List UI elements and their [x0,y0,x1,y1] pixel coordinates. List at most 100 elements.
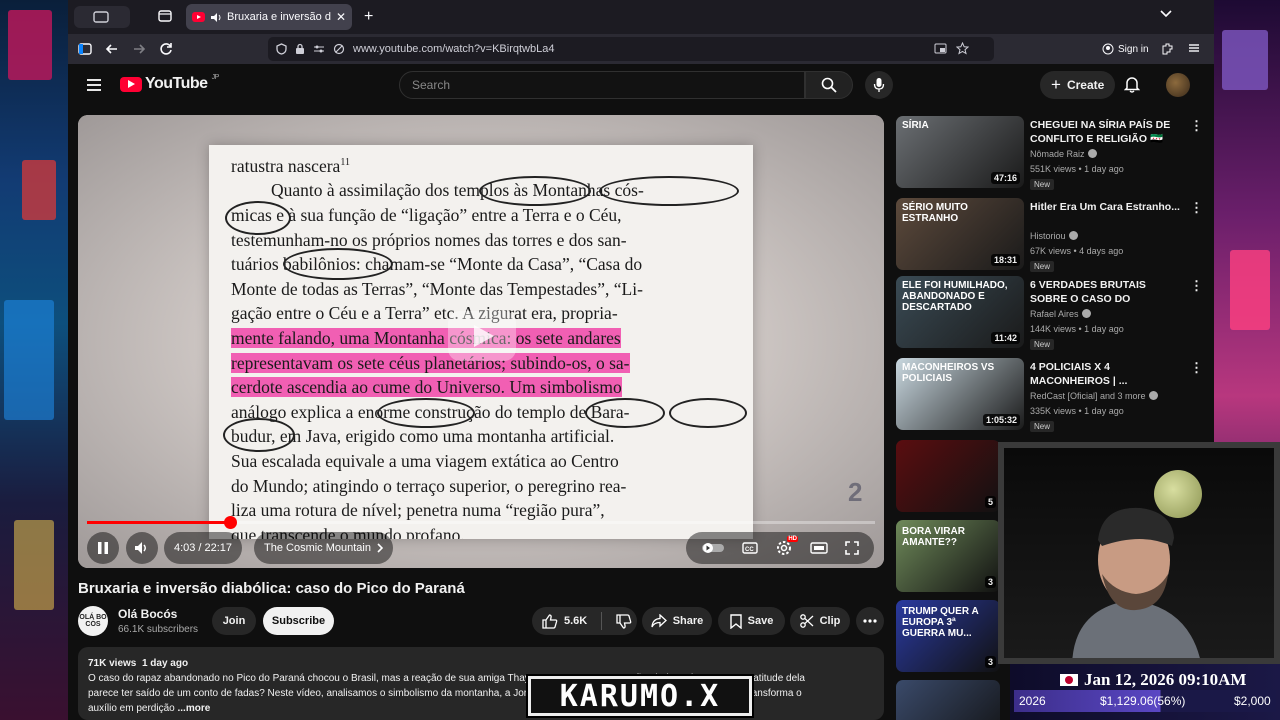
back-arrow-icon[interactable] [105,42,119,56]
lock-icon[interactable] [295,43,305,55]
permissions-icon[interactable] [313,44,325,54]
thumbs-down-icon[interactable] [616,613,632,629]
recommendation-channel[interactable]: Rafael Aires [1030,309,1091,319]
more-actions-button[interactable] [856,607,884,635]
recommendation-title[interactable]: 6 VERDADES BRUTAIS SOBRE O CASO DO ROBER… [1030,278,1180,308]
search-button[interactable] [805,71,853,99]
theater-mode-icon[interactable] [809,542,828,554]
autoplay-toggle-icon[interactable] [701,542,725,554]
address-bar[interactable]: www.youtube.com/watch?v=KBirqtwbLa4 [268,37,994,61]
tab-overview-icon[interactable] [158,9,172,23]
recommendation-thumbnail[interactable]: MACONHEIROS VS POLICIAIS 1:05:32 [896,358,1024,430]
subscribe-button[interactable]: Subscribe [263,607,334,635]
recommendation-channel[interactable]: Historiou [1030,231,1078,241]
center-play-overlay[interactable] [448,311,516,361]
recommendation-thumbnail[interactable] [896,680,1000,720]
show-more-link[interactable]: ...more [178,703,211,714]
extensions-icon[interactable] [1161,42,1174,55]
sidebar-toggle-icon[interactable] [78,42,92,56]
new-tab-icon[interactable]: + [364,8,373,26]
recommendation-channel[interactable]: Nômade Raiz [1030,149,1097,159]
book-line: Sua escalada equivale a uma viagem extát… [231,450,619,471]
thumbnail-text: TRUMP QUER A EUROPA 3ª GUERRA MU... [902,606,979,639]
progress-bar[interactable] [87,516,875,529]
recommendation-thumbnail[interactable]: TRUMP QUER A EUROPA 3ª GUERRA MU... 3 [896,600,1000,672]
upload-age: 1 day ago [141,658,189,669]
bookmark-star-icon[interactable] [956,42,969,55]
save-button[interactable]: Save [718,607,785,635]
recommendation-menu-icon[interactable]: ⋮ [1190,360,1203,376]
account-avatar[interactable] [1166,73,1190,97]
subtitles-icon[interactable]: CC [742,542,759,554]
duration-badge: 47:16 [990,172,1020,184]
browser-nav-bar: www.youtube.com/watch?v=KBirqtwbLa4 Sign… [68,34,1214,64]
tab-active-video[interactable]: Bruxaria e inversão diabólica ✕ [186,4,352,30]
volume-icon [134,541,150,555]
recommendation-item[interactable]: SÍRIA 47:16 CHEGUEI NA SÍRIA PAÍS DE CONFL… [896,116,1203,190]
guide-menu-icon[interactable] [86,78,102,92]
app-menu-icon[interactable] [1188,42,1200,54]
chapter-button[interactable]: The Cosmic Mountain [254,532,393,564]
tab-list-chevron-icon[interactable] [1160,9,1172,19]
recommendation-item[interactable]: SÉRIO MUITO ESTRANHO 18:31 Hitler Era Um C… [896,198,1203,272]
recommendation-channel[interactable]: RedCast [Oficial] and 3 more [1030,391,1158,401]
reload-icon[interactable] [159,42,173,56]
url-text: www.youtube.com/watch?v=KBirqtwbLa4 [353,43,555,55]
recommendation-menu-icon[interactable]: ⋮ [1190,200,1203,216]
tracking-shield-icon[interactable] [276,43,287,55]
description-line: parece ter saído de um conto de fadas? N… [88,688,802,699]
recommendation-menu-icon[interactable]: ⋮ [1190,118,1203,134]
ticker-date-text: Jan 12, 2026 09:10AM [1084,670,1247,689]
volume-button[interactable] [126,532,158,564]
pause-button[interactable] [87,532,119,564]
description-line: O caso do rapaz abandonado no Pico do Pa… [88,673,805,684]
like-count[interactable]: 5.6K [564,615,587,627]
notifications-bell-icon[interactable] [1124,75,1140,93]
create-button[interactable]: + Create [1040,71,1116,99]
thumbs-up-icon[interactable] [542,613,558,629]
youtube-logo[interactable]: YouTube JP [120,74,219,93]
duration-badge: 3 [984,576,996,588]
recommendation-title[interactable]: CHEGUEI NA SÍRIA PAÍS DE CONFLITO E RELI… [1030,118,1180,146]
description-box[interactable]: 71K views 1 day ago O caso do rapaz aban… [78,647,884,720]
settings-gear-icon[interactable]: HD [776,536,798,556]
channel-name[interactable]: Olá Bocós [118,607,177,621]
search-icon [821,77,837,93]
sign-in-button[interactable]: Sign in [1096,39,1155,59]
ticker-year: 2026 [1019,694,1046,708]
join-button[interactable]: Join [212,607,256,635]
fullscreen-icon[interactable] [845,541,859,555]
share-button[interactable]: Share [642,607,712,635]
recommendation-thumbnail[interactable]: SÉRIO MUITO ESTRANHO 18:31 [896,198,1024,270]
close-tab-icon[interactable]: ✕ [336,10,346,24]
recommendation-thumbnail[interactable]: 5 [896,440,1000,512]
recommendation-thumbnail[interactable]: BORA VIRAR AMANTE?? 3 [896,520,1000,592]
youtube-header: YouTube JP Search + Create [68,64,1214,108]
book-line: ratustra nascera11 [231,155,350,176]
recommendation-thumbnail[interactable]: SÍRIA 47:16 [896,116,1024,188]
tab-group-pill[interactable] [74,6,130,28]
ticker-amount: $1,129.06(56%) [1100,694,1186,708]
recommendation-thumbnail[interactable]: ELE FOI HUMILHADO, ABANDONADO E DESCARTA… [896,276,1024,348]
recommendation-meta: 335K views • 1 day ago [1030,406,1124,416]
autoplay-blocked-icon[interactable] [333,43,345,55]
book-line: micas e à sua função de “ligação” entre … [225,201,741,236]
recommendation-menu-icon[interactable]: ⋮ [1190,278,1203,294]
browser-tab-bar: Bruxaria e inversão diabólica ✕ + [68,0,1214,34]
search-input[interactable]: Search [399,71,805,99]
recommendation-title[interactable]: Hitler Era Um Cara Estranho... [1030,200,1180,214]
picture-in-picture-icon[interactable] [934,43,947,55]
recommendation-title[interactable]: 4 POLICIAIS X 4 MACONHEIROS | ... [1030,360,1180,388]
book-line: Monte de todas as Terras”, “Monte das Te… [231,278,643,299]
recommendation-item[interactable]: MACONHEIROS VS POLICIAIS 1:05:32 4 POLICIA… [896,358,1203,432]
forward-arrow-icon[interactable] [132,42,146,56]
voice-search-button[interactable] [865,71,893,99]
clip-button[interactable]: Clip [790,607,850,635]
recommendation-item[interactable]: ELE FOI HUMILHADO, ABANDONADO E DESCARTA… [896,276,1203,350]
speaker-icon[interactable] [210,12,222,23]
tab-title: Bruxaria e inversão diabólica [227,11,331,23]
progress-fill [87,521,231,524]
channel-avatar[interactable]: OLÁ BO CÓS [78,606,108,636]
video-player[interactable]: ratustra nascera11 Quanto à assimilação … [78,115,884,568]
account-circle-icon [1102,43,1114,55]
